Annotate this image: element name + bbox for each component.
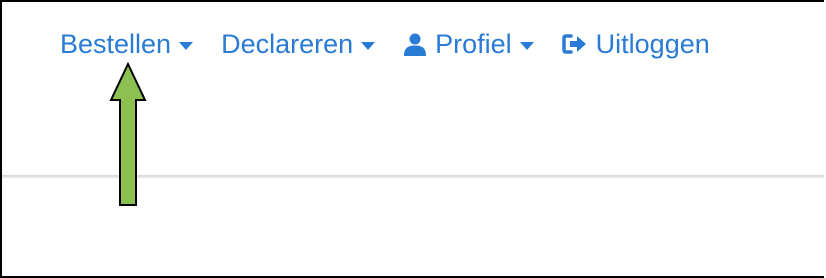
nav-declareren[interactable]: Declareren [221, 24, 376, 64]
sign-out-icon [561, 33, 588, 55]
user-icon [403, 32, 427, 56]
caret-down-icon [361, 42, 376, 50]
nav-bestellen-label: Bestellen [60, 29, 172, 59]
top-nav: Bestellen Declareren Profiel Uitloggen [60, 24, 710, 64]
nav-profiel[interactable]: Profiel [403, 24, 534, 64]
nav-bestellen[interactable]: Bestellen [60, 24, 194, 64]
screenshot-frame: Bestellen Declareren Profiel Uitloggen [0, 0, 824, 278]
caret-down-icon [179, 42, 194, 50]
annotation-arrow-up-icon [108, 61, 148, 213]
nav-declareren-label: Declareren [221, 29, 354, 59]
nav-uitloggen[interactable]: Uitloggen [561, 24, 710, 64]
nav-profiel-label: Profiel [435, 29, 512, 59]
nav-uitloggen-label: Uitloggen [595, 29, 710, 59]
caret-down-icon [519, 42, 534, 50]
